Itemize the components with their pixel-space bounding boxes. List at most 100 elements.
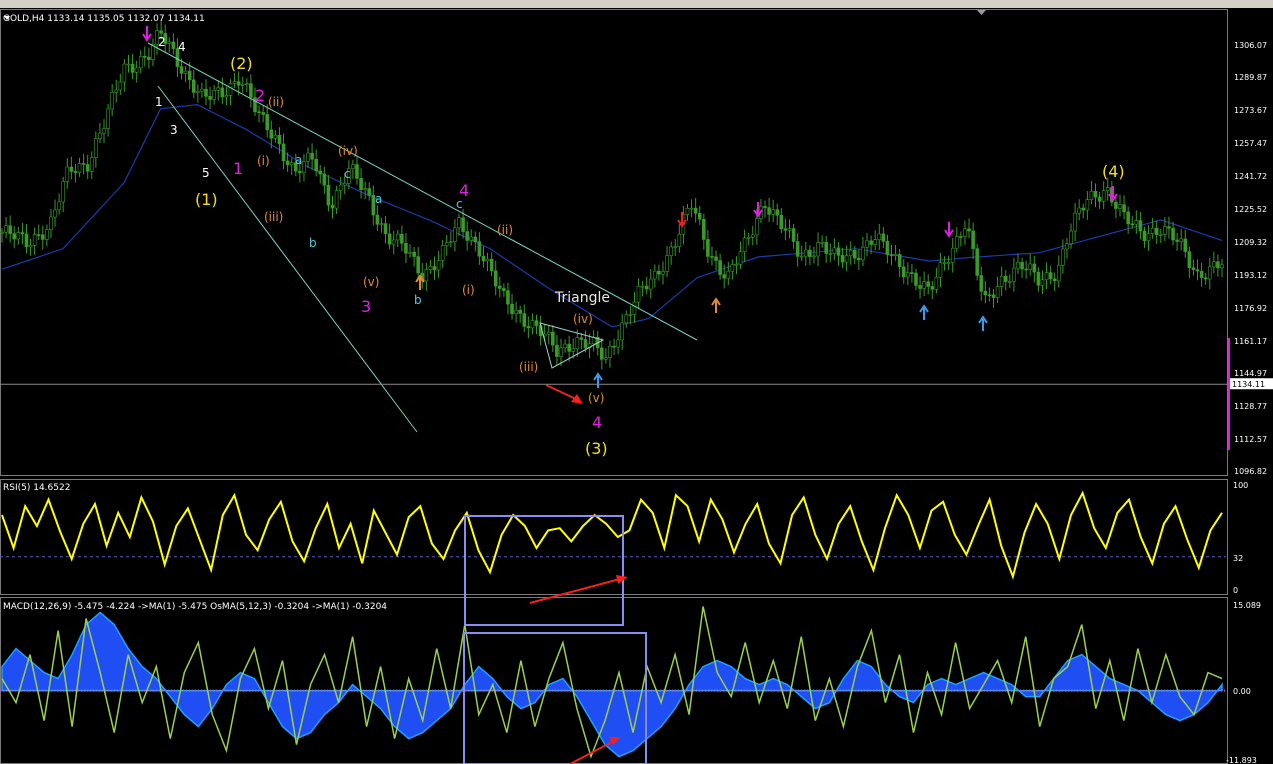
candle-body (824, 241, 829, 254)
candle-body (1073, 212, 1077, 232)
wave-label: 4 (178, 40, 186, 54)
candle-body (763, 206, 767, 208)
wave-label: (2) (230, 54, 253, 73)
candle-body (318, 170, 323, 175)
candle-body (1138, 220, 1143, 232)
candle-body (534, 320, 539, 326)
wave-label: (ii) (268, 95, 284, 109)
candle-body (53, 209, 57, 218)
candle-body (1118, 204, 1122, 209)
chart-shift-icon[interactable] (977, 10, 986, 15)
candle-body (16, 232, 21, 240)
candle-body (950, 247, 955, 263)
candle-body (342, 183, 347, 186)
macd-tick: 0.00 (1233, 687, 1251, 696)
candle-body (1040, 279, 1045, 286)
trendline-lower[interactable] (157, 85, 418, 433)
candle-body (1150, 227, 1155, 235)
candle-body (216, 87, 221, 91)
candle-body (657, 270, 661, 275)
candle-body (865, 240, 869, 248)
arrow-up-icon (919, 304, 929, 320)
candle-body (628, 314, 633, 316)
candle-body (379, 223, 384, 225)
candle-body (632, 301, 637, 315)
macd-axis: 15.089 0.00 -11.893 (1226, 601, 1261, 764)
wave-label: 1 (233, 159, 243, 178)
price-tick: 1225.52 (1234, 205, 1267, 214)
candle-body (298, 170, 302, 174)
wave-label: (3) (585, 439, 608, 458)
candle-body (726, 270, 731, 279)
candle-body (1216, 261, 1220, 269)
candle-body (661, 271, 665, 275)
candle-body (277, 134, 282, 145)
candle-body (954, 236, 959, 249)
candle-body (804, 249, 808, 257)
candle-body (449, 241, 453, 244)
candle-body (710, 256, 714, 258)
candle-body (746, 237, 751, 239)
candle-body (20, 232, 25, 235)
candle-body (551, 331, 555, 346)
candle-body (281, 143, 286, 162)
candle-body (1048, 272, 1053, 280)
candle-body (775, 209, 780, 216)
candle-body (873, 239, 877, 245)
candle-body (106, 108, 110, 129)
candle-body (326, 184, 331, 206)
candle-body (734, 263, 739, 266)
rsi-tick: 32 (1233, 554, 1243, 563)
candle-body (820, 241, 824, 244)
candle-body (620, 322, 625, 341)
candle-body (575, 337, 580, 350)
candle-body (983, 290, 988, 296)
candle-body (359, 178, 363, 190)
candle-body (930, 286, 935, 290)
candle-body (885, 240, 890, 255)
wave-label: (ii) (497, 223, 513, 237)
candle-body (465, 231, 469, 241)
candle-body (906, 272, 910, 278)
candle-body (285, 160, 290, 165)
wave-label: (iii) (264, 210, 283, 224)
candle-body (73, 171, 78, 173)
candle-body (65, 166, 70, 182)
candle-body (444, 242, 449, 246)
candle-body (322, 173, 327, 186)
wave-label: a (295, 153, 302, 167)
current-price-label: 1134.11 (1232, 380, 1265, 389)
arrow-down-icon (944, 222, 954, 238)
candle-body (1199, 270, 1204, 278)
candle-body (914, 272, 918, 286)
candle-body (926, 281, 931, 287)
candle-body (677, 233, 682, 247)
wave-label: b (309, 236, 317, 250)
candle-body (1089, 190, 1094, 200)
candle-body (1097, 196, 1102, 202)
candle-body (1032, 263, 1037, 273)
candle-body (367, 188, 372, 196)
candle-body (771, 209, 775, 215)
candle-body (114, 89, 119, 93)
candle-body (934, 276, 939, 290)
candle-body (1203, 277, 1208, 280)
candle-body (477, 241, 482, 257)
arrow-up-icon (711, 297, 721, 313)
price-tick: 1096.82 (1234, 467, 1267, 476)
candle-body (261, 112, 265, 115)
trendline-upper[interactable] (147, 42, 698, 341)
triangle-shape[interactable] (539, 322, 605, 369)
chart-canvas[interactable]: GOLD,H4 1133.14 1135.05 1132.07 1134.11 … (0, 0, 1273, 764)
wave-label: 2 (158, 35, 166, 49)
candle-body (4, 225, 8, 233)
candle-body (98, 132, 102, 139)
candle-body (971, 230, 975, 249)
candle-body (453, 227, 457, 242)
candle-body (461, 217, 465, 232)
candle-body (1183, 238, 1188, 252)
candle-body (1175, 239, 1179, 242)
candle-body (440, 245, 445, 261)
candle-body (134, 67, 139, 73)
candle-body (1146, 233, 1151, 242)
